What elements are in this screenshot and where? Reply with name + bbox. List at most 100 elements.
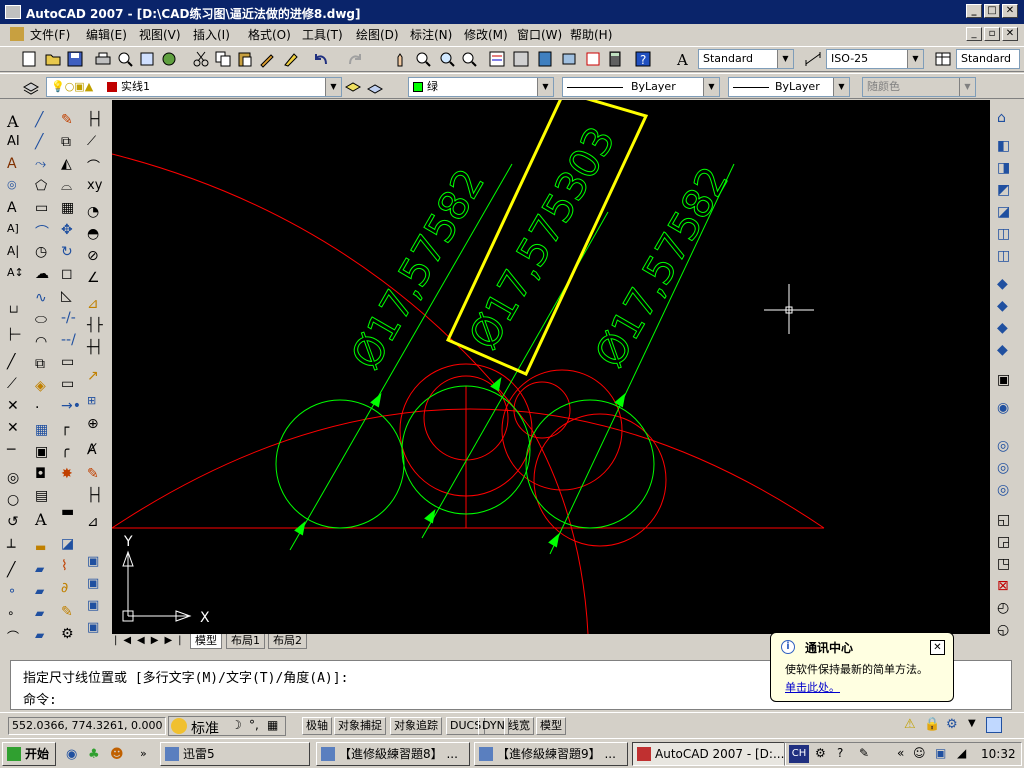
diameter-dim-icon[interactable]: ⊘ bbox=[87, 248, 107, 268]
chamfer-icon[interactable]: ┌ bbox=[61, 420, 81, 440]
properties-icon[interactable] bbox=[488, 50, 506, 68]
start-button[interactable]: 开始 bbox=[2, 742, 56, 766]
3d-dwf-icon[interactable] bbox=[160, 50, 178, 68]
quicklaunch-app-icon[interactable]: ♣ bbox=[88, 747, 100, 762]
tool-palettes-icon[interactable] bbox=[536, 50, 554, 68]
ucs-icon[interactable]: └┘ bbox=[7, 306, 27, 326]
quicklaunch-tiger-icon[interactable]: ☻ bbox=[110, 747, 124, 762]
draworder-icon[interactable]: ▬ bbox=[61, 504, 81, 524]
taskbar-item-autocad[interactable]: AutoCAD 2007 - [D:... bbox=[632, 742, 786, 766]
move-icon[interactable]: ✥ bbox=[61, 222, 81, 242]
tray-expand-icon[interactable]: « bbox=[897, 746, 904, 760]
copy-object-icon[interactable]: ⧉ bbox=[61, 134, 81, 154]
angular-dim-icon[interactable]: ∠ bbox=[87, 270, 107, 290]
extend-icon[interactable]: --/ bbox=[61, 332, 81, 352]
edit-spline-icon[interactable]: ⌇ bbox=[61, 558, 81, 578]
dim-style-select[interactable]: ISO-25 ▼ bbox=[826, 49, 924, 69]
markup-icon[interactable] bbox=[584, 50, 602, 68]
circle-icon[interactable]: ○ bbox=[7, 492, 27, 512]
region-icon[interactable]: ◘ bbox=[35, 466, 55, 486]
find-text-icon[interactable]: ◎ bbox=[7, 178, 27, 198]
taskbar-item-exercise8[interactable]: 【進修級練習題8】 ... bbox=[316, 742, 470, 766]
lineweight-toggle[interactable]: 线宽 bbox=[504, 717, 534, 735]
publish-icon[interactable] bbox=[138, 50, 156, 68]
reference-edit-icon[interactable]: ⚙ bbox=[61, 626, 81, 646]
subtract-icon[interactable]: ◎ bbox=[997, 460, 1017, 480]
x-icon[interactable]: ✕ bbox=[7, 398, 27, 418]
left-view-icon[interactable]: ◩ bbox=[997, 182, 1017, 202]
edit-polyline-icon[interactable]: ◪ bbox=[61, 536, 81, 556]
mtext-icon[interactable]: AI bbox=[7, 134, 27, 154]
autocad-app-icon[interactable] bbox=[5, 5, 21, 19]
spline-icon[interactable]: ∿ bbox=[35, 290, 55, 310]
zoom-realtime-icon[interactable] bbox=[414, 50, 432, 68]
arc-length-icon[interactable]: ⌒ bbox=[87, 156, 107, 176]
plot-preview-icon[interactable] bbox=[116, 50, 134, 68]
menu-window[interactable]: 窗口(W) bbox=[517, 26, 562, 43]
save-icon[interactable] bbox=[66, 50, 84, 68]
tray-app-icon[interactable]: ⚙ bbox=[815, 746, 826, 760]
table-style-icon[interactable] bbox=[934, 50, 952, 68]
x-cross-icon[interactable]: ✕ bbox=[7, 420, 27, 440]
view-icon-2[interactable]: ▣ bbox=[87, 576, 107, 596]
tolerance-icon[interactable]: ⊞ bbox=[87, 394, 107, 414]
calculator-icon[interactable] bbox=[606, 50, 624, 68]
continue-dim-icon[interactable]: ┼┤ bbox=[87, 340, 107, 360]
balloon-link[interactable]: 单击此处。 bbox=[785, 679, 840, 695]
text-scale-icon[interactable]: A] bbox=[7, 222, 27, 242]
close-button[interactable]: ✕ bbox=[1002, 4, 1018, 18]
stretch-icon[interactable]: ◺ bbox=[61, 288, 81, 308]
quick-dim-icon[interactable]: ⊿ bbox=[87, 296, 107, 316]
minimize-button[interactable]: _ bbox=[966, 4, 982, 18]
tray-pen-icon[interactable]: ✎ bbox=[859, 746, 869, 760]
tab-nav-arrows[interactable]: |◀◀▶▶| bbox=[114, 635, 188, 646]
trim-icon[interactable]: -/- bbox=[61, 310, 81, 330]
view-icon-3[interactable]: ▣ bbox=[87, 598, 107, 618]
ellipse-arc-icon[interactable]: ◠ bbox=[35, 334, 55, 354]
doc-close-button[interactable]: ✕ bbox=[1002, 27, 1018, 41]
block-editor-icon[interactable] bbox=[282, 50, 300, 68]
edit-text-icon[interactable]: A bbox=[7, 156, 27, 176]
text-style-select[interactable]: Standard ▼ bbox=[698, 49, 794, 69]
taper-faces-icon[interactable]: ◵ bbox=[997, 622, 1017, 642]
undo-icon[interactable] bbox=[312, 50, 330, 68]
named-views-icon[interactable]: ⌂ bbox=[997, 110, 1017, 130]
union-icon[interactable]: ◎ bbox=[997, 438, 1017, 458]
menu-dimension[interactable]: 标注(N) bbox=[410, 26, 452, 43]
layer-iso-icon[interactable]: ▰ bbox=[35, 562, 55, 582]
status-menu-arrow[interactable]: ▼ bbox=[968, 718, 976, 729]
node-icon[interactable]: ⚬ bbox=[7, 584, 27, 604]
arc-icon[interactable]: ↺ bbox=[7, 514, 27, 534]
tray-help-icon[interactable]: ? bbox=[837, 746, 843, 760]
menu-help[interactable]: 帮助(H) bbox=[570, 26, 612, 43]
plot-icon[interactable] bbox=[94, 50, 112, 68]
osnap-toggle[interactable]: 对象捕捉 bbox=[334, 717, 386, 735]
linetype-select[interactable]: ByLayer ▼ bbox=[562, 77, 720, 97]
edit-hatch-icon[interactable]: ∂ bbox=[61, 580, 81, 600]
orbit-icon[interactable]: ◉ bbox=[997, 400, 1017, 420]
otrack-toggle[interactable]: 对象追踪 bbox=[390, 717, 442, 735]
pan-icon[interactable] bbox=[392, 50, 410, 68]
model-toggle[interactable]: 模型 bbox=[536, 717, 566, 735]
draw-arc-icon[interactable]: ⌒ bbox=[35, 222, 55, 242]
tab-model[interactable]: 模型 bbox=[190, 634, 222, 649]
menu-view[interactable]: 视图(V) bbox=[139, 26, 181, 43]
view-icon-4[interactable]: ▣ bbox=[87, 620, 107, 640]
layer-freeze-icon[interactable]: ▰ bbox=[35, 606, 55, 626]
top-view-icon[interactable]: ◧ bbox=[997, 138, 1017, 158]
draw-circle-icon[interactable]: ◷ bbox=[35, 244, 55, 264]
layer-manager-icon[interactable] bbox=[22, 78, 40, 96]
menu-edit[interactable]: 编辑(E) bbox=[86, 26, 127, 43]
layer-lock-icon[interactable]: ▰ bbox=[35, 628, 55, 648]
break-icon[interactable]: ▭ bbox=[61, 354, 81, 374]
text-box-icon[interactable]: A↕ bbox=[7, 266, 27, 286]
cut-icon[interactable] bbox=[192, 50, 210, 68]
taskbar-item-xunlei[interactable]: 迅雷5 bbox=[160, 742, 310, 766]
back-view-icon[interactable]: ◫ bbox=[997, 248, 1017, 268]
text-icon[interactable]: A bbox=[7, 112, 27, 132]
help-icon[interactable]: ? bbox=[634, 50, 652, 68]
quick-leader-icon[interactable]: ↗ bbox=[87, 368, 107, 388]
layer-previous-icon[interactable] bbox=[366, 78, 384, 96]
gradient-icon[interactable]: ▣ bbox=[35, 444, 55, 464]
new-icon[interactable] bbox=[20, 50, 38, 68]
